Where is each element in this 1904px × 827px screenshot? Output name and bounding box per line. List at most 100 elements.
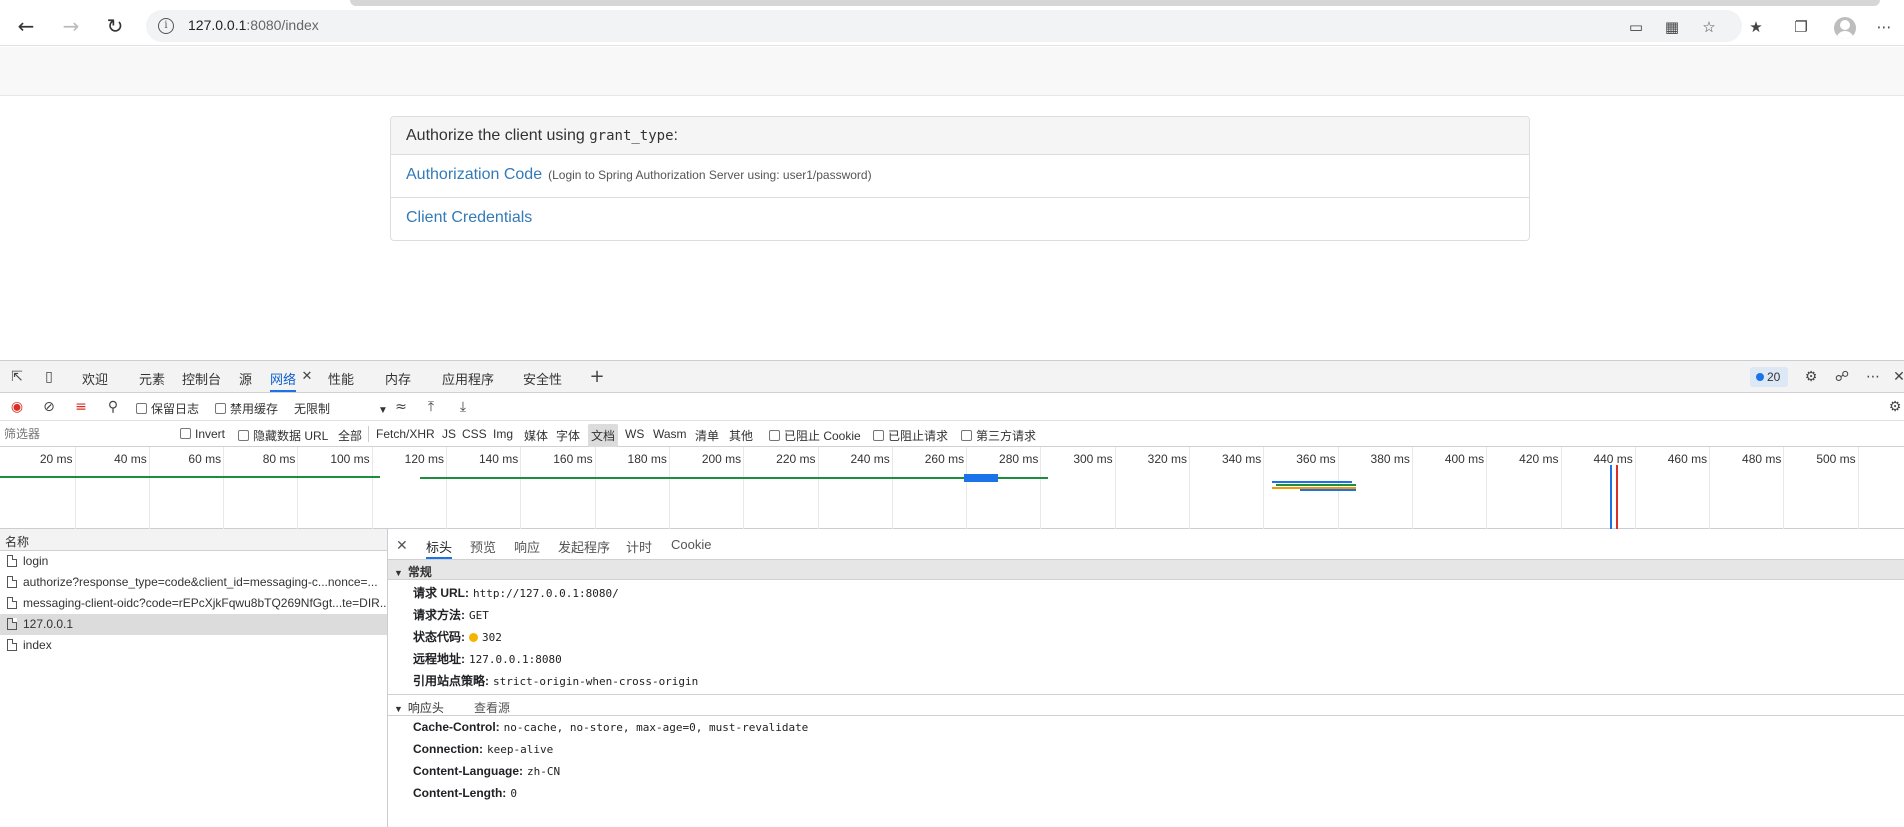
tab-response[interactable]: 响应 [514,537,540,556]
invert-checkbox[interactable]: Invert [180,427,225,441]
tab-sources[interactable]: 源 [239,369,252,388]
filter-fetch-xhr[interactable]: Fetch/XHR [376,427,435,441]
add-favorite-icon[interactable]: ☆ [1698,16,1720,38]
timeline-gridline [1634,447,1636,529]
panel-title: Authorize the client using [406,127,585,144]
filter-doc[interactable]: 文档 [588,424,619,447]
export-har-icon[interactable]: ⤓ [454,398,472,416]
request-row-selected[interactable]: 127.0.0.1 [0,614,387,635]
filter-font[interactable]: 字体 [556,427,580,444]
document-icon [7,618,17,630]
client-credentials-link[interactable]: Client Credentials [406,209,532,226]
third-party-checkbox[interactable]: 第三方请求 [961,427,1036,444]
tab-memory[interactable]: 内存 [385,369,411,388]
filter-all[interactable]: 全部 [338,427,362,444]
close-detail-icon[interactable]: ✕ [396,537,408,554]
tab-elements[interactable]: 元素 [139,369,165,388]
active-tab-indicator [270,390,296,392]
checkbox-box[interactable] [238,430,249,441]
view-source-link[interactable]: 查看源 [474,701,510,715]
network-settings-icon[interactable]: ⚙ [1886,398,1904,416]
back-icon[interactable]: ← [10,10,42,42]
checkbox-box[interactable] [136,403,147,414]
devtools-close-icon[interactable]: ✕ [1890,368,1904,386]
address-url[interactable]: 127.0.0.1:8080/index [188,17,319,33]
forward-icon[interactable]: → [55,10,87,42]
blocked-requests-checkbox[interactable]: 已阻止请求 [873,427,948,444]
devtools-more-icon[interactable]: ⋯ [1864,368,1882,386]
throttle-select[interactable]: 无限制 ▼ [294,400,388,417]
more-icon[interactable]: ⋯ [1873,16,1895,38]
filter-icon[interactable]: ≡ [72,398,90,416]
record-icon[interactable]: ◉ [8,398,26,416]
tab-cookies[interactable]: Cookie [671,537,711,552]
timeline-gridline [594,447,596,529]
tab-performance[interactable]: 性能 [328,369,354,388]
favorites-icon[interactable]: ★ [1745,16,1767,38]
hide-data-urls-checkbox[interactable]: 隐藏数据 URL [238,427,328,444]
header-value: 127.0.0.1:8080 [469,653,562,666]
device-toolbar-icon[interactable]: ▯ [40,368,58,386]
filter-wasm[interactable]: Wasm [653,427,687,441]
request-row[interactable]: messaging-client-oidc?code=rEPcXjkFqwu8b… [0,593,387,614]
disable-cache-checkbox[interactable]: 禁用缓存 [215,400,278,417]
general-section-header[interactable]: ▼ 常规 [388,560,1904,580]
name-column-header[interactable]: 名称 [0,529,387,551]
request-row[interactable]: authorize?response_type=code&client_id=m… [0,572,387,593]
tab-headers[interactable]: 标头 [426,537,452,556]
device-icon[interactable]: ▭ [1625,16,1647,38]
tab-security[interactable]: 安全性 [523,369,562,388]
timeline-bar [1276,484,1356,486]
settings-icon[interactable]: ⚙ [1802,368,1820,386]
customize-icon[interactable]: ☍ [1833,368,1851,386]
filter-input[interactable] [4,425,168,443]
add-tab-icon[interactable]: + [588,368,606,386]
checkbox-box[interactable] [873,430,884,441]
filter-js[interactable]: JS [442,427,456,441]
apps-icon[interactable]: ▦ [1661,16,1683,38]
clear-icon[interactable]: ⊘ [40,398,58,416]
close-tab-icon[interactable]: ✕ [298,368,316,386]
network-overview-timeline[interactable]: 20 ms 40 ms 60 ms 80 ms 100 ms 120 ms 140 ms 16… [0,447,1904,529]
tab-welcome[interactable]: 欢迎 [82,369,108,388]
profile-avatar[interactable] [1834,17,1856,39]
timeline-tick-label: 280 ms [999,452,1039,466]
blocked-cookies-checkbox[interactable]: 已阻止 Cookie [769,427,861,444]
tab-preview[interactable]: 预览 [470,537,496,556]
search-icon[interactable]: ⚲ [104,398,122,416]
timeline-bar [1272,481,1352,483]
import-har-icon[interactable]: ⤒ [422,398,440,416]
network-conditions-icon[interactable]: ≈ [392,398,410,416]
general-section-title: 常规 [407,565,432,579]
preserve-log-checkbox[interactable]: 保留日志 [136,400,199,417]
address-bar[interactable]: i 127.0.0.1:8080/index [146,10,1742,42]
filter-media[interactable]: 媒体 [524,427,548,444]
hide-data-urls-label: 隐藏数据 URL [253,429,329,443]
tab-initiator[interactable]: 发起程序 [558,537,610,556]
collections-icon[interactable]: ❐ [1790,16,1812,38]
inspect-icon[interactable]: ⇱ [8,368,26,386]
authorization-code-link[interactable]: Authorization Code [406,166,542,183]
checkbox-box[interactable] [769,430,780,441]
request-row[interactable]: index [0,635,387,656]
header-value: zh-CN [527,765,561,778]
request-row[interactable]: login [0,551,387,572]
checkbox-box[interactable] [215,403,226,414]
filter-img[interactable]: Img [493,427,513,441]
tab-console[interactable]: 控制台 [182,369,221,388]
checkbox-box[interactable] [180,428,191,439]
tab-application[interactable]: 应用程序 [442,369,494,388]
tab-timing[interactable]: 计时 [626,537,652,556]
filter-manifest[interactable]: 清单 [695,427,719,444]
filter-css[interactable]: CSS [462,427,487,441]
tab-network[interactable]: 网络 [270,369,296,388]
checkbox-box[interactable] [961,430,972,441]
response-headers-section-header[interactable]: ▼ 响应头 查看源 [388,694,1904,716]
browser-toolbar: ← → ↻ i 127.0.0.1:8080/index ▭ ▦ ☆ ★ ❐ ⋯ [0,6,1904,46]
filter-ws[interactable]: WS [625,427,644,441]
timeline-tick-label: 80 ms [262,452,296,466]
filter-other[interactable]: 其他 [729,427,753,444]
site-info-icon[interactable]: i [158,18,174,34]
issues-badge[interactable]: 20 [1750,367,1788,387]
reload-icon[interactable]: ↻ [99,10,131,42]
